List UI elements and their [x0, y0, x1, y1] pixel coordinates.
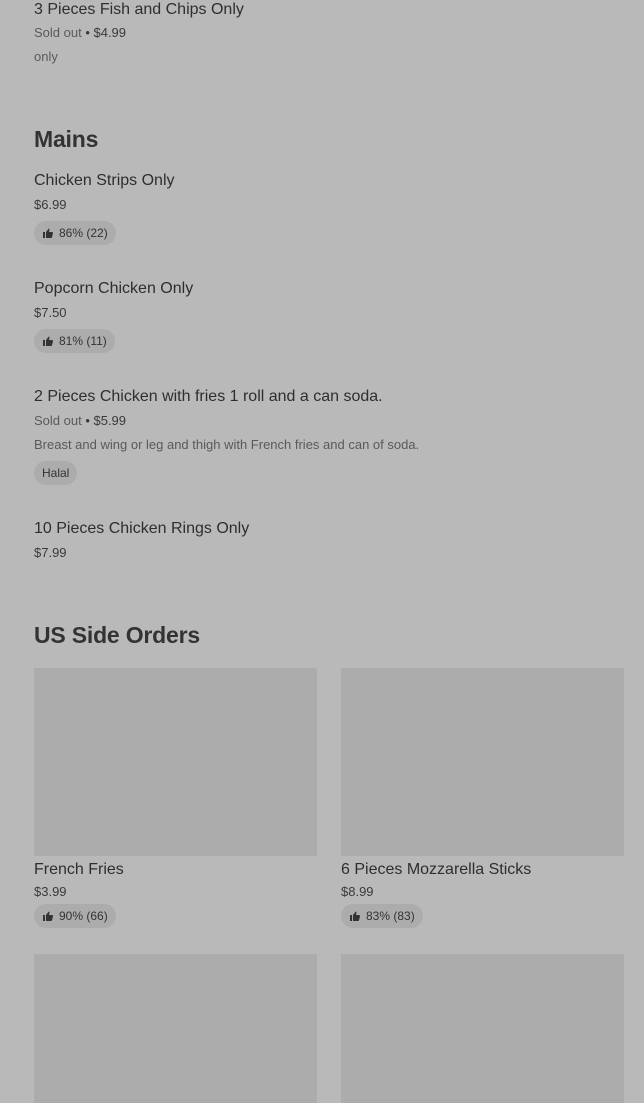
item-image — [341, 668, 624, 856]
item-name: Popcorn Chicken Only — [34, 280, 194, 297]
rating-badge: 83% (83) — [341, 904, 423, 928]
separator: • — [81, 25, 94, 40]
item-price: $4.99 — [93, 25, 127, 40]
rating-text: 90% (66) — [59, 909, 108, 923]
halal-tag: Halal — [34, 461, 78, 485]
item-meta: Sold out • $4.99 — [34, 24, 244, 42]
rating-text: 86% (22) — [59, 226, 108, 240]
item-name: 3 Pieces Fish and Chips Only — [34, 1, 244, 18]
sold-out-label: Sold out — [34, 25, 82, 40]
item-meta: Sold out • $5.99 — [34, 412, 419, 430]
thumbs-up-icon — [43, 336, 54, 346]
item-description: Breast and wing or leg and thigh with Fr… — [34, 437, 420, 452]
item-price: $6.99 — [34, 197, 67, 212]
item-name: 10 Pieces Chicken Rings Only — [34, 520, 250, 537]
menu-card-mozzarella-sticks[interactable]: 6 Pieces Mozzarella Sticks $8.99 83% (83… — [341, 668, 624, 928]
item-price: $7.99 — [34, 545, 67, 560]
menu-card-image[interactable] — [341, 954, 624, 1103]
sold-out-label: Sold out — [34, 413, 82, 428]
side-orders-grid-row-2 — [34, 954, 624, 1103]
item-image — [34, 668, 317, 856]
separator: • — [81, 413, 94, 428]
rating-badge: 81% (11) — [34, 329, 115, 353]
item-price: $8.99 — [341, 884, 374, 899]
item-price: $7.50 — [34, 305, 67, 320]
rating-text: 81% (11) — [59, 334, 107, 348]
menu-item-2-pieces-chicken[interactable]: 2 Pieces Chicken with fries 1 roll and a… — [34, 387, 419, 485]
thumbs-up-icon — [350, 911, 361, 921]
menu-card-image[interactable] — [34, 954, 317, 1103]
menu-item-fish-and-chips[interactable]: 3 Pieces Fish and Chips Only Sold out • … — [34, 0, 244, 66]
item-name: French Fries — [34, 861, 124, 878]
menu-item-popcorn-chicken[interactable]: Popcorn Chicken Only $7.50 81% (11) — [34, 279, 193, 353]
menu-item-chicken-rings[interactable]: 10 Pieces Chicken Rings Only $7.99 — [34, 519, 249, 562]
section-title-mains: Mains — [34, 126, 99, 152]
menu-item-chicken-strips[interactable]: Chicken Strips Only $6.99 86% (22) — [34, 171, 175, 245]
menu-page: 3 Pieces Fish and Chips Only Sold out • … — [0, 0, 644, 1103]
item-description: only — [34, 49, 58, 64]
item-name: 6 Pieces Mozzarella Sticks — [341, 861, 532, 878]
item-price: $5.99 — [93, 413, 127, 428]
rating-badge: 86% (22) — [34, 221, 116, 245]
rating-text: 83% (83) — [366, 909, 415, 923]
item-name: 2 Pieces Chicken with fries 1 roll and a… — [34, 388, 383, 405]
menu-card-french-fries[interactable]: French Fries $3.99 90% (66) — [34, 668, 317, 928]
item-name: Chicken Strips Only — [34, 172, 175, 189]
thumbs-up-icon — [43, 228, 54, 238]
thumbs-up-icon — [43, 911, 54, 921]
rating-badge: 90% (66) — [34, 904, 116, 928]
item-price: $3.99 — [34, 884, 67, 899]
section-title-side-orders: US Side Orders — [34, 622, 200, 648]
side-orders-grid: French Fries $3.99 90% (66) 6 Pieces Moz… — [34, 668, 624, 928]
